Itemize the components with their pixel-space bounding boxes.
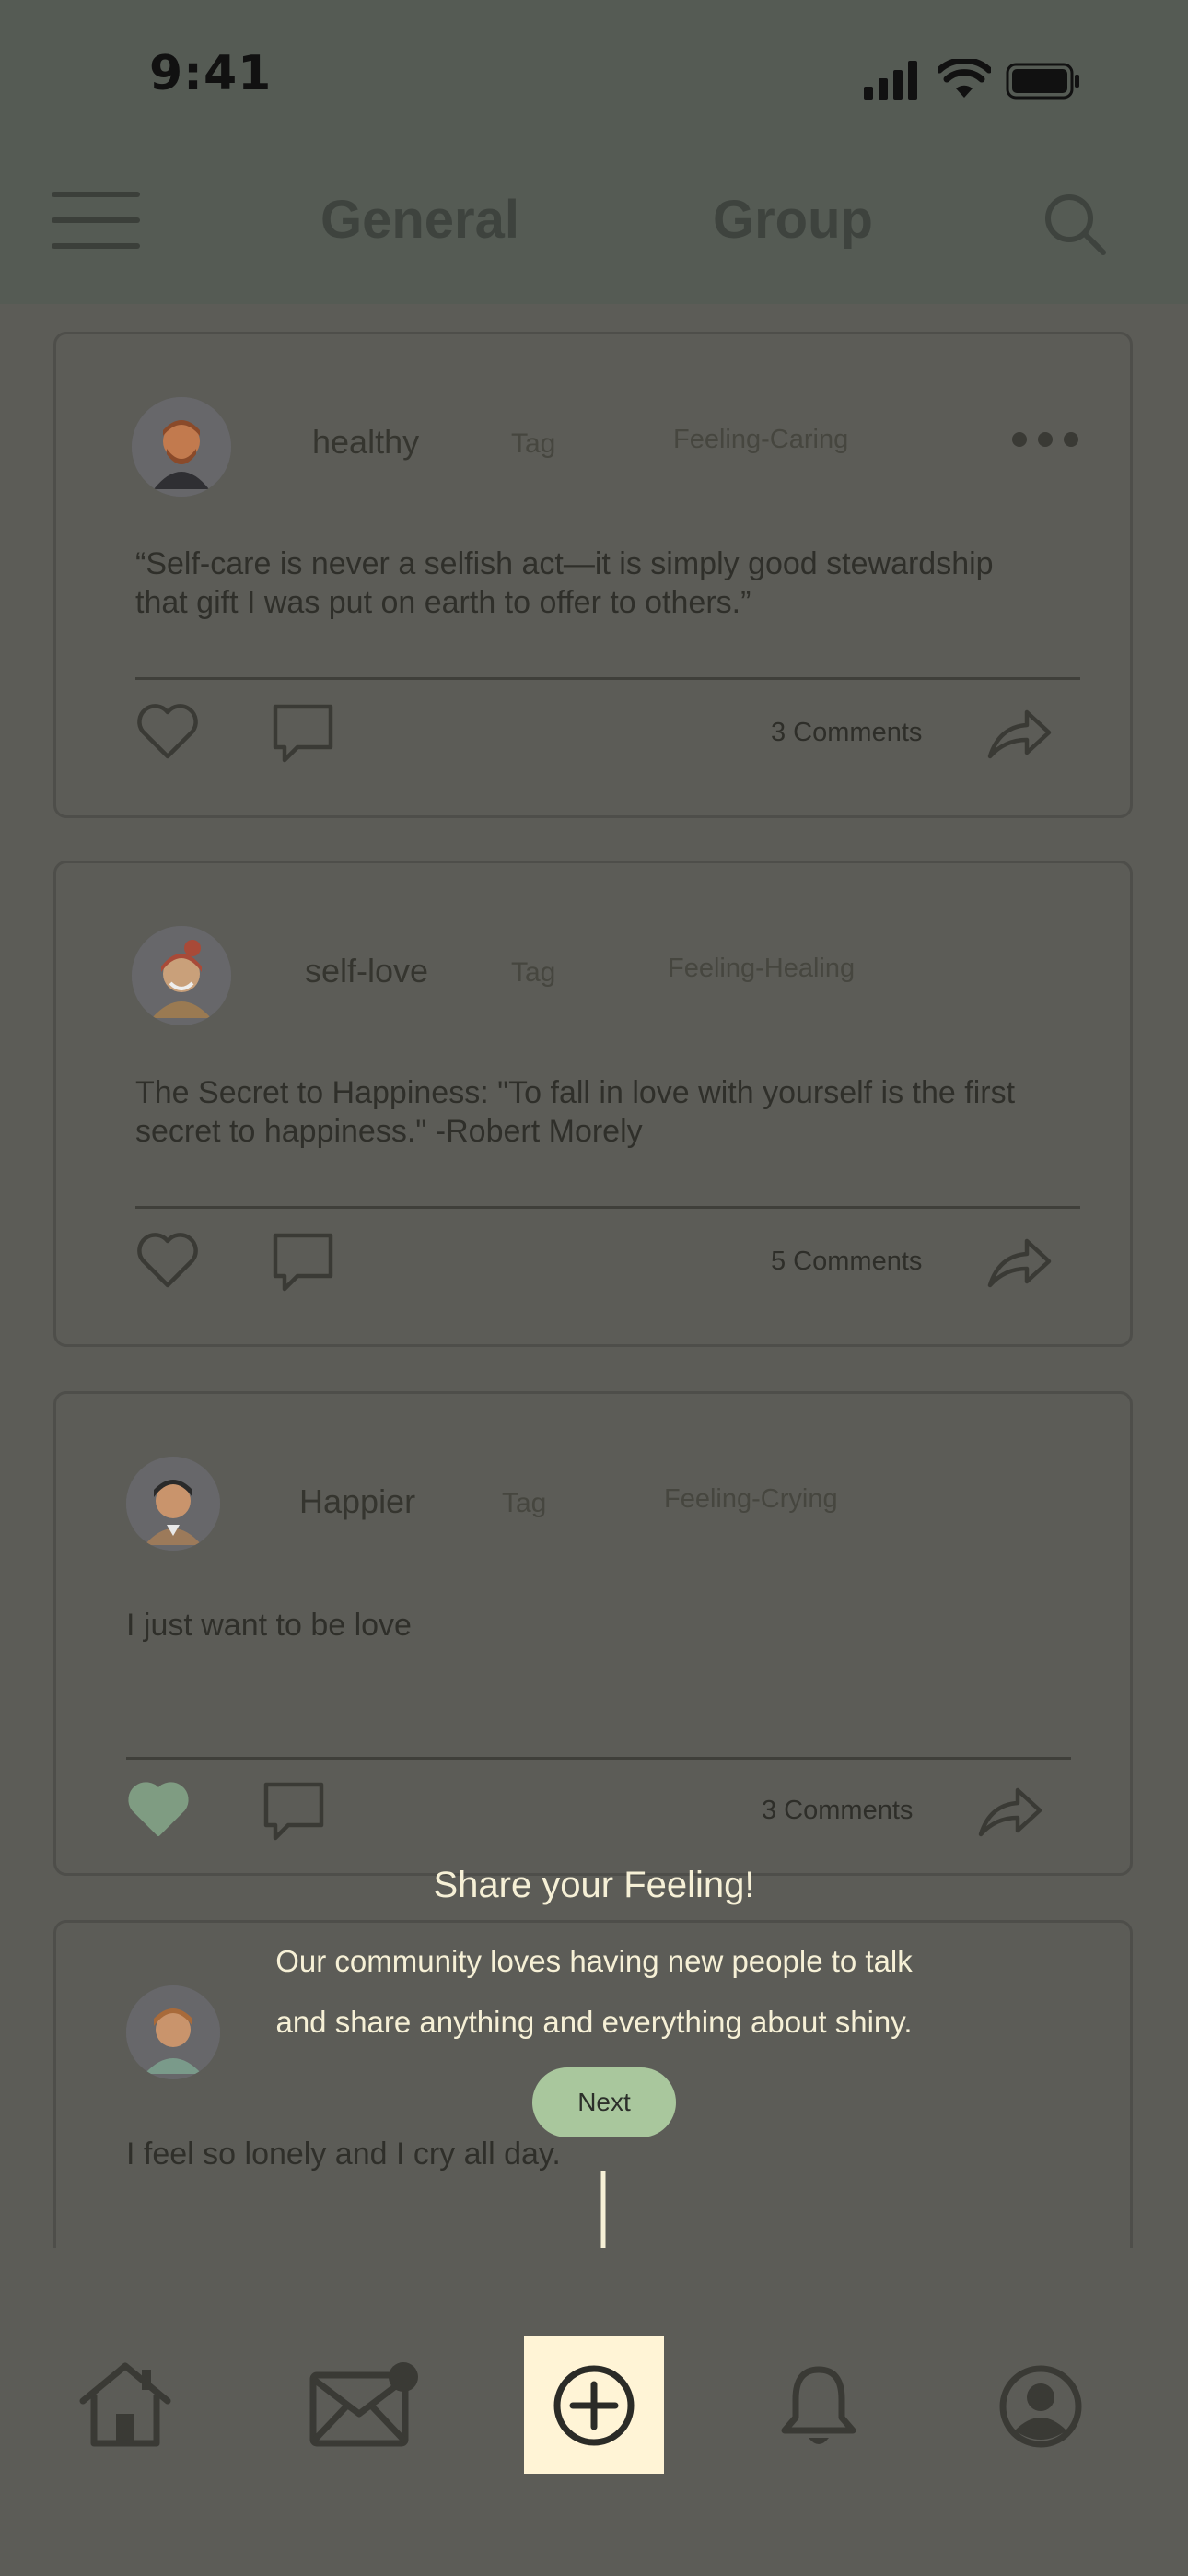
menu-icon[interactable] (52, 192, 140, 249)
post-text-line: The Secret to Happiness: "To fall in lov… (135, 1075, 1016, 1110)
post-card: self-love Tag Feeling-Healing The Secret… (53, 861, 1133, 1347)
comment-icon[interactable] (261, 1779, 327, 1844)
wifi-icon (938, 59, 991, 98)
avatar[interactable] (132, 397, 231, 497)
profile-icon[interactable] (998, 2364, 1083, 2449)
post-text-line: “Self-care is never a selfish act—it is … (135, 546, 994, 581)
username[interactable]: self-love (305, 952, 428, 990)
add-post-icon[interactable] (553, 2364, 635, 2447)
battery-icon (1006, 63, 1079, 100)
avatar[interactable] (126, 1457, 220, 1551)
post-text-line: I feel so lonely and I cry all day. (126, 2137, 561, 2172)
notification-badge (389, 2362, 418, 2392)
share-icon[interactable] (977, 1783, 1043, 1840)
username[interactable]: Happier (299, 1482, 415, 1521)
avatar[interactable] (132, 926, 231, 1025)
post-text-line: I just want to be love (126, 1608, 412, 1643)
post-card: Happier Tag Feeling-Crying I just want t… (53, 1391, 1133, 1876)
divider (135, 1206, 1080, 1209)
status-time: 9:41 (149, 46, 273, 101)
post-text-line: that gift I was put on earth to offer to… (135, 585, 751, 620)
divider (135, 677, 1080, 680)
heart-icon-liked[interactable] (126, 1779, 191, 1840)
post-text-line: secret to happiness." -Robert Morely (135, 1114, 643, 1149)
cellular-signal-icon (864, 61, 917, 100)
comment-icon[interactable] (270, 1230, 336, 1294)
share-icon[interactable] (986, 1234, 1053, 1291)
onboarding-title: Share your Feeling! (433, 1865, 755, 1905)
tab-general[interactable]: General (320, 189, 519, 251)
comment-count[interactable]: 3 Comments (762, 1796, 913, 1826)
username[interactable]: healthy (312, 423, 419, 462)
onboarding-text: and share anything and everything about … (275, 2005, 913, 2039)
next-button[interactable]: Next (532, 2067, 676, 2137)
home-icon[interactable] (77, 2360, 173, 2449)
feeling-label: Feeling-Crying (664, 1484, 838, 1514)
feeling-label: Feeling-Caring (673, 425, 849, 454)
bell-icon[interactable] (779, 2364, 858, 2449)
tab-group[interactable]: Group (713, 189, 873, 251)
divider (126, 1757, 1071, 1760)
comment-count[interactable]: 5 Comments (771, 1247, 922, 1277)
search-icon[interactable] (1042, 192, 1107, 256)
comment-count[interactable]: 3 Comments (771, 718, 922, 748)
feeling-label: Feeling-Healing (668, 954, 856, 983)
more-options-icon[interactable] (1010, 430, 1080, 449)
heart-icon[interactable] (135, 1230, 200, 1291)
mail-icon[interactable] (308, 2360, 422, 2449)
onboarding-text: Our community loves having new people to… (275, 1944, 913, 1978)
post-tag: Tag (511, 957, 556, 988)
post-tag: Tag (511, 428, 556, 459)
comment-icon[interactable] (270, 701, 336, 766)
share-icon[interactable] (986, 705, 1053, 762)
heart-icon[interactable] (135, 701, 200, 762)
post-card: healthy Tag Feeling-Caring “Self-care is… (53, 332, 1133, 818)
post-tag: Tag (502, 1488, 547, 1518)
